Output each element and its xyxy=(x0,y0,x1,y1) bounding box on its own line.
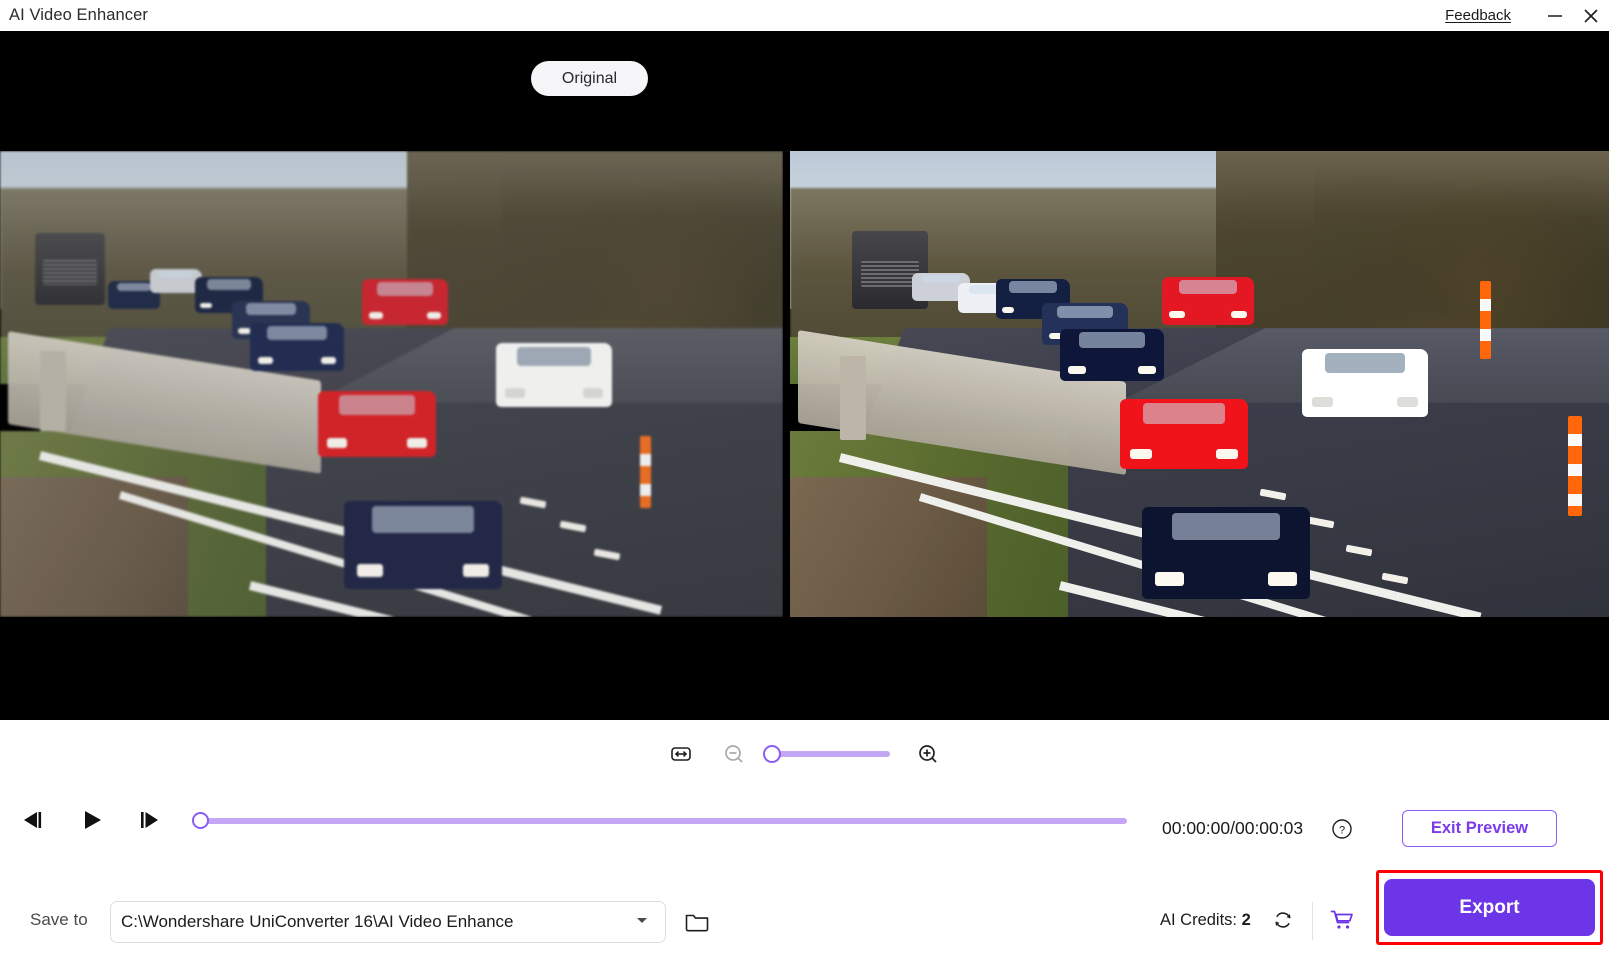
refresh-icon xyxy=(1275,912,1291,928)
footer-divider xyxy=(1312,902,1313,940)
shopping-cart-icon xyxy=(1330,910,1353,929)
play-icon xyxy=(85,811,101,829)
refresh-credits-button[interactable] xyxy=(1271,908,1295,932)
ai-credits: AI Credits: 2 xyxy=(1160,911,1251,930)
fit-to-width-button[interactable] xyxy=(666,739,696,769)
previous-frame-icon xyxy=(24,812,42,828)
original-frame-image xyxy=(0,151,783,617)
ai-credits-label: AI Credits: xyxy=(1160,911,1238,929)
minimize-button[interactable] xyxy=(1537,0,1573,31)
buy-credits-button[interactable] xyxy=(1329,907,1355,933)
previous-frame-button[interactable] xyxy=(10,798,54,842)
window-controls: Feedback xyxy=(1445,0,1609,31)
zoom-out-button[interactable] xyxy=(719,739,749,769)
ai-video-enhancer-window: AI Video Enhancer Feedback Original 00:0… xyxy=(0,0,1609,979)
feedback-link[interactable]: Feedback xyxy=(1445,7,1511,24)
ai-credits-value: 2 xyxy=(1241,911,1251,929)
zoom-controls xyxy=(0,728,1609,780)
minimize-icon xyxy=(1548,14,1562,17)
seek-track[interactable] xyxy=(192,818,1127,824)
save-to-label: Save to xyxy=(30,910,88,929)
zoom-in-icon xyxy=(919,745,937,763)
zoom-in-button[interactable] xyxy=(913,739,943,769)
title-bar: AI Video Enhancer Feedback xyxy=(0,0,1609,31)
pane-divider xyxy=(783,151,790,617)
enhanced-frame-image xyxy=(790,151,1609,617)
comparison-panes xyxy=(0,151,1609,617)
time-display: 00:00:00/00:00:03 xyxy=(1162,818,1304,838)
fit-to-width-icon xyxy=(671,747,691,761)
enhanced-video-pane[interactable] xyxy=(790,151,1609,617)
next-frame-button[interactable] xyxy=(128,798,172,842)
svg-text:?: ? xyxy=(1339,824,1345,836)
folder-icon xyxy=(685,914,709,932)
video-preview-stage: Original xyxy=(0,31,1609,720)
save-path-dropdown[interactable]: C:\Wondershare UniConverter 16\AI Video … xyxy=(110,901,666,943)
controls-area: 00:00:00/00:00:03 ? Exit Preview Save to… xyxy=(0,720,1609,979)
seek-handle[interactable] xyxy=(192,812,209,829)
playback-controls: 00:00:00/00:00:03 ? Exit Preview xyxy=(0,786,1609,854)
help-circle-icon: ? xyxy=(1332,819,1352,839)
save-path-value: C:\Wondershare UniConverter 16\AI Video … xyxy=(121,912,514,931)
zoom-slider-handle[interactable] xyxy=(763,745,781,763)
zoom-slider[interactable] xyxy=(763,745,890,763)
original-badge[interactable]: Original xyxy=(531,61,648,96)
browse-folder-button[interactable] xyxy=(680,905,714,939)
chevron-down-icon xyxy=(635,913,649,932)
export-button[interactable]: Export xyxy=(1384,879,1595,936)
page-title: AI Video Enhancer xyxy=(9,6,148,24)
zoom-out-icon xyxy=(725,745,743,763)
play-button[interactable] xyxy=(70,798,114,842)
exit-preview-button[interactable]: Exit Preview xyxy=(1402,810,1557,847)
close-button[interactable] xyxy=(1573,0,1609,31)
original-video-pane[interactable] xyxy=(0,151,783,617)
close-icon xyxy=(1584,8,1598,23)
help-button[interactable]: ? xyxy=(1331,818,1353,840)
seek-bar[interactable] xyxy=(192,812,1127,829)
save-row: Save to C:\Wondershare UniConverter 16\A… xyxy=(0,875,1609,979)
next-frame-icon xyxy=(141,812,158,828)
